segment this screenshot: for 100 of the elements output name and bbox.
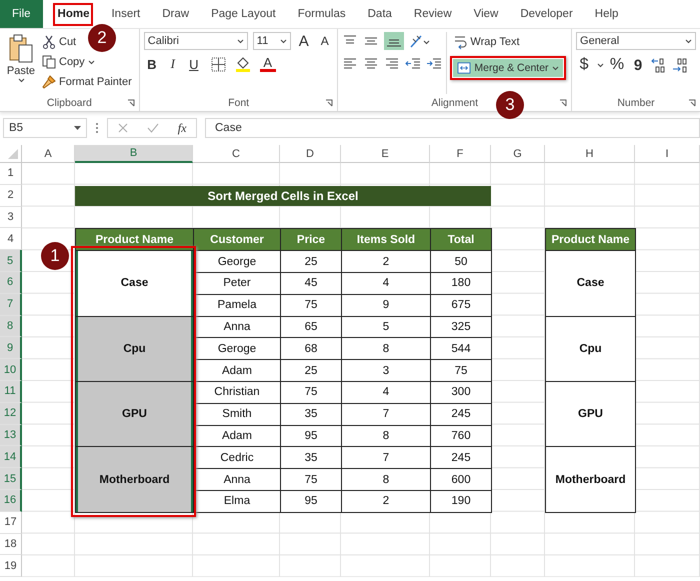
row-header[interactable]: 9 [0,337,22,360]
row-header[interactable]: 7 [0,294,22,316]
grow-font-button[interactable]: A [296,32,312,50]
insert-function-button[interactable]: fx [178,120,186,136]
ribbon-tab[interactable]: Draw [151,0,200,28]
table-cell: 8 [341,468,431,491]
row-header[interactable]: 13 [0,424,22,446]
italic-button[interactable]: I [164,56,181,72]
table-cell: 95 [280,424,342,448]
row-header[interactable]: 16 [0,490,22,512]
row-header[interactable]: 17 [0,512,22,534]
table-cell: 4 [341,272,431,295]
copy-icon [42,55,56,69]
table-cell: 180 [430,272,492,295]
merge-center-button[interactable]: Merge & Center [453,59,563,77]
merged-cell: Motherboard [545,446,636,513]
row-header[interactable]: 6 [0,272,22,294]
column-header[interactable]: G [491,145,545,163]
table-cell: 65 [280,316,342,338]
caret-icon [236,38,244,44]
table-cell: 35 [280,402,342,426]
row-header[interactable]: 2 [0,184,22,207]
column-heading: Price [280,228,342,252]
checkmark-icon[interactable] [146,123,159,133]
row-header[interactable]: 1 [0,163,22,185]
more-options-icon[interactable] [95,122,99,134]
merged-cell[interactable]: GPU [75,380,194,448]
column-header[interactable]: B [75,145,193,163]
merged-cell: Case [545,250,636,317]
ribbon-tab[interactable]: Page Layout [200,0,287,28]
row-header[interactable]: 19 [0,555,22,578]
group-label: Font [228,96,250,108]
shrink-font-button[interactable]: A [316,34,333,48]
table-cell: 35 [280,446,342,470]
merged-cell: GPU [545,380,636,448]
ribbon-tab[interactable]: Formulas [286,0,357,28]
ribbon-tab[interactable]: View [462,0,510,28]
column-heading: Customer [193,228,281,252]
dialog-launcher-icon[interactable] [325,99,334,107]
font-name-dropdown[interactable]: Calibri [144,32,248,50]
table-cell: 3 [341,359,431,382]
table-cell: 245 [430,402,492,426]
column-header[interactable]: D [280,145,341,163]
bold-button[interactable]: B [144,56,160,72]
borders-icon[interactable] [210,56,226,72]
formula-field[interactable]: Case [205,118,700,138]
column-header[interactable]: C [193,145,280,163]
column-header[interactable]: H [545,145,635,163]
percent-button[interactable]: % [609,56,626,74]
ribbon-tab[interactable]: Review [402,0,463,28]
ribbon-tab[interactable]: Help [584,0,630,28]
table-cell: 8 [341,337,431,360]
font-color-button[interactable]: A [260,56,276,72]
dialog-launcher-icon[interactable] [126,99,135,107]
row-header[interactable]: 5 [0,250,22,272]
underline-button[interactable]: U [186,56,202,72]
row-header[interactable]: 14 [0,446,22,468]
name-box[interactable]: B5 [3,118,87,138]
column-header[interactable]: F [430,145,491,163]
merged-cell[interactable]: Case [75,250,194,317]
currency-button[interactable]: $ [576,56,592,74]
highlight-box [53,3,93,26]
paste-button[interactable]: Paste [4,32,38,94]
comma-style-button[interactable]: 9 [630,56,646,74]
bottom-align-icon[interactable] [384,32,404,50]
dialog-launcher-icon[interactable] [559,99,568,107]
row-header[interactable]: 3 [0,206,22,228]
row-header[interactable]: 11 [0,380,22,403]
decrease-decimal-icon[interactable] [672,57,688,73]
font-size-dropdown[interactable]: 11 [252,32,291,50]
table-cell: Anna [193,468,281,491]
fill-color-icon[interactable] [234,56,251,72]
number-format-dropdown[interactable]: General [576,32,696,50]
ribbon-tab[interactable]: File [0,0,43,28]
table-cell: Adam [193,359,281,382]
sheet-title: Sort Merged Cells in Excel [75,186,491,206]
orientation-icon[interactable] [409,33,432,49]
row-header[interactable]: 12 [0,402,22,425]
table-cell: 25 [280,250,342,273]
row-header[interactable]: 18 [0,534,22,556]
row-header[interactable]: 15 [0,468,22,490]
merged-cell[interactable]: Cpu [75,316,194,382]
increase-decimal-icon[interactable] [651,57,668,73]
merged-cell[interactable]: Motherboard [75,446,194,513]
ribbon-tab[interactable]: Data [356,0,403,28]
row-header[interactable]: 8 [0,316,22,338]
wrap-text-button[interactable]: Wrap Text [453,34,566,50]
column-header[interactable]: I [635,145,700,163]
table-cell: 675 [430,294,492,317]
row-header[interactable]: 10 [0,359,22,381]
column-header[interactable]: E [341,145,430,163]
dialog-launcher-icon[interactable] [688,99,696,107]
table-cell: Christian [193,380,281,404]
caret-icon[interactable] [597,62,604,68]
table-cell: 300 [430,380,492,404]
table-cell: 2 [341,490,431,513]
copy-button[interactable]: Copy [42,54,132,70]
merge-cells-icon [457,62,472,74]
format-painter-button[interactable]: Format Painter [42,74,132,90]
ribbon-tab[interactable]: Developer [509,0,584,28]
